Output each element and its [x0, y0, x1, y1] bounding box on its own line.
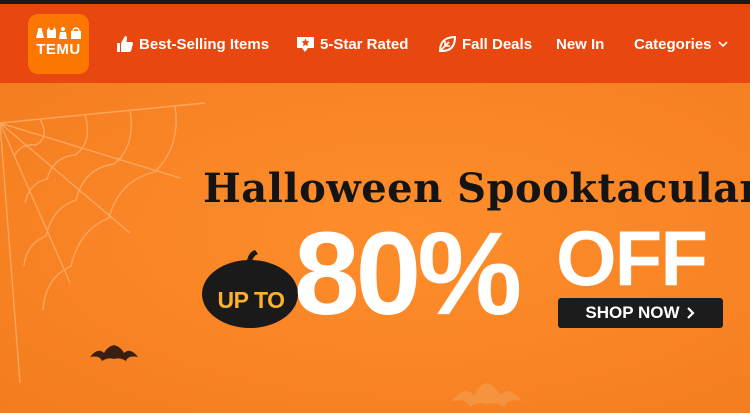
up-to-label: UP TO [217, 287, 285, 313]
shop-now-label: SHOP NOW [585, 303, 680, 322]
headline: Halloween Spooktacular [203, 165, 750, 212]
shop-now-button[interactable]: SHOP NOW [558, 298, 723, 328]
nav-categories[interactable]: Categories [634, 33, 729, 55]
nav-label: Best-Selling Items [139, 35, 270, 53]
chevron-down-icon [717, 41, 728, 48]
logo-glyphs-icon [36, 27, 81, 39]
logo-text: TEMU [36, 41, 81, 58]
nav-label: Fall Deals [462, 35, 533, 53]
chevron-right-icon [686, 307, 695, 319]
nav-label: 5-Star Rated [320, 35, 409, 53]
off-label: OFF [556, 214, 708, 302]
star-chat-icon [297, 37, 314, 52]
page: TEMU Best-Selling Items 5-Star Rated Fal… [0, 0, 750, 413]
site-header: TEMU Best-Selling Items 5-Star Rated Fal… [0, 4, 750, 83]
temu-logo[interactable]: TEMU [28, 14, 89, 74]
nav-fall-deals[interactable]: Fall Deals [438, 33, 532, 55]
halloween-banner[interactable]: Halloween Spooktacular UP TO 80% OFF SHO… [0, 83, 750, 413]
bat-icon [90, 345, 138, 361]
bat-icon [452, 383, 522, 407]
nav-label: Categories [634, 35, 712, 53]
nav-label: New In [556, 35, 605, 53]
nav-best-selling[interactable]: Best-Selling Items [116, 33, 269, 55]
leaf-icon [438, 35, 457, 52]
spider-web-icon [0, 102, 206, 384]
thumbs-up-icon [117, 36, 133, 52]
nav-five-star[interactable]: 5-Star Rated [296, 33, 408, 55]
discount-percent: 80% [294, 208, 522, 340]
nav-new-in[interactable]: New In [556, 33, 604, 55]
